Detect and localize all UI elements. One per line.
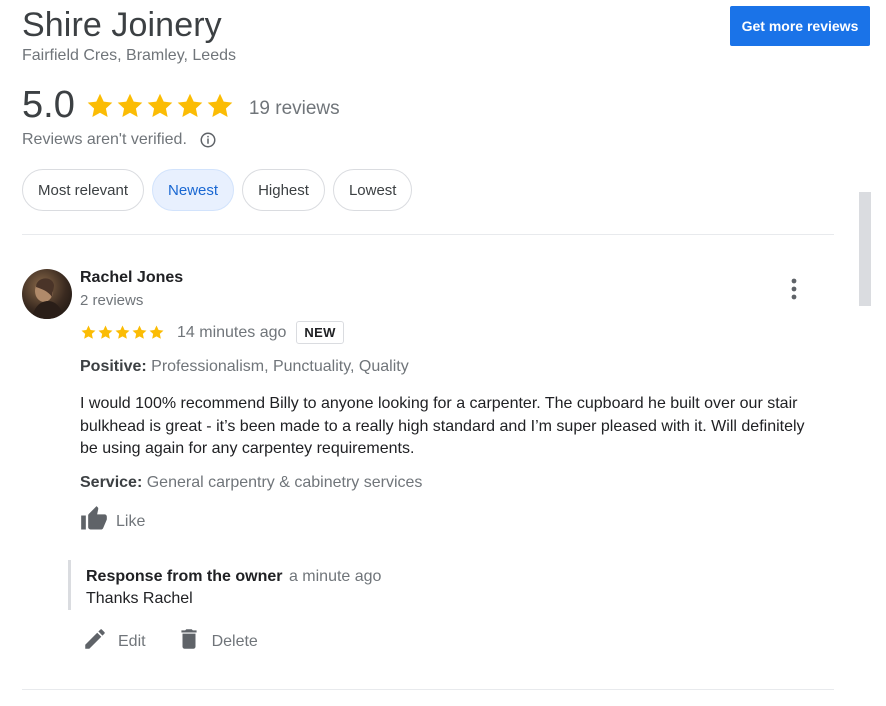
summary-stars [85,91,235,121]
business-name: Shire Joinery [22,6,222,44]
unverified-text: Reviews aren't verified. [22,131,187,148]
owner-response-time: a minute ago [288,568,382,585]
review-time: 14 minutes ago [177,323,287,341]
filter-most-relevant[interactable]: Most relevant [22,169,145,211]
service-value: General carpentry & cabinetry services [146,474,423,491]
positive-label: Positive: [80,358,147,375]
star-icon [145,91,175,121]
avatar[interactable] [22,269,72,319]
more-options-icon[interactable] [782,275,806,303]
filter-highest[interactable]: Highest [242,169,325,211]
filter-lowest[interactable]: Lowest [332,169,413,211]
get-more-reviews-button[interactable]: Get more reviews [730,6,870,46]
owner-response-header: Response from the owner a minute ago [86,568,381,586]
average-rating: 5.0 [22,84,75,126]
business-address: Fairfield Cres, Bramley, Leeds [22,47,236,64]
pencil-icon [82,626,108,657]
scrollbar-thumb[interactable] [859,192,871,306]
owner-response: Response from the owner a minute ago Tha… [68,560,381,610]
service-attribute: Service: General carpentry & cabinetry s… [80,474,422,492]
star-icon [97,324,114,341]
reviewer-name[interactable]: Rachel Jones [80,269,183,287]
rating-summary: 5.0 19 reviews [22,84,340,127]
edit-label: Edit [118,632,146,650]
review-rating-row: 14 minutes ago NEW [80,321,344,344]
edit-button[interactable]: Edit [82,626,146,657]
trash-icon [176,626,202,657]
star-icon [115,91,145,121]
response-actions: Edit Delete [82,626,258,657]
star-icon [205,91,235,121]
review-stars [80,324,165,341]
divider [22,234,834,235]
thumbs-up-icon [80,505,108,538]
review-count: 19 reviews [248,97,340,119]
star-icon [80,324,97,341]
star-icon [148,324,165,341]
star-icon [131,324,148,341]
delete-button[interactable]: Delete [176,626,258,657]
delete-label: Delete [211,632,258,650]
divider [22,689,834,690]
star-icon [175,91,205,121]
like-label: Like [116,512,146,530]
review-text: I would 100% recommend Billy to anyone l… [80,395,805,457]
positive-value: Professionalism, Punctuality, Quality [151,358,409,375]
filter-newest[interactable]: Newest [152,169,235,211]
sort-filters: Most relevant Newest Highest Lowest [22,169,413,211]
like-button[interactable]: Like [80,505,145,538]
unverified-note: Reviews aren't verified. [22,131,217,149]
positive-attributes: Positive: Professionalism, Punctuality, … [80,358,409,376]
star-icon [85,91,115,121]
service-label: Service: [80,474,143,491]
reviewer-review-count: 2 reviews [80,292,144,309]
star-icon [114,324,131,341]
info-icon[interactable] [199,131,217,149]
owner-response-label: Response from the owner [86,568,283,585]
new-badge: NEW [296,321,344,344]
owner-response-text: Thanks Rachel [86,590,193,607]
